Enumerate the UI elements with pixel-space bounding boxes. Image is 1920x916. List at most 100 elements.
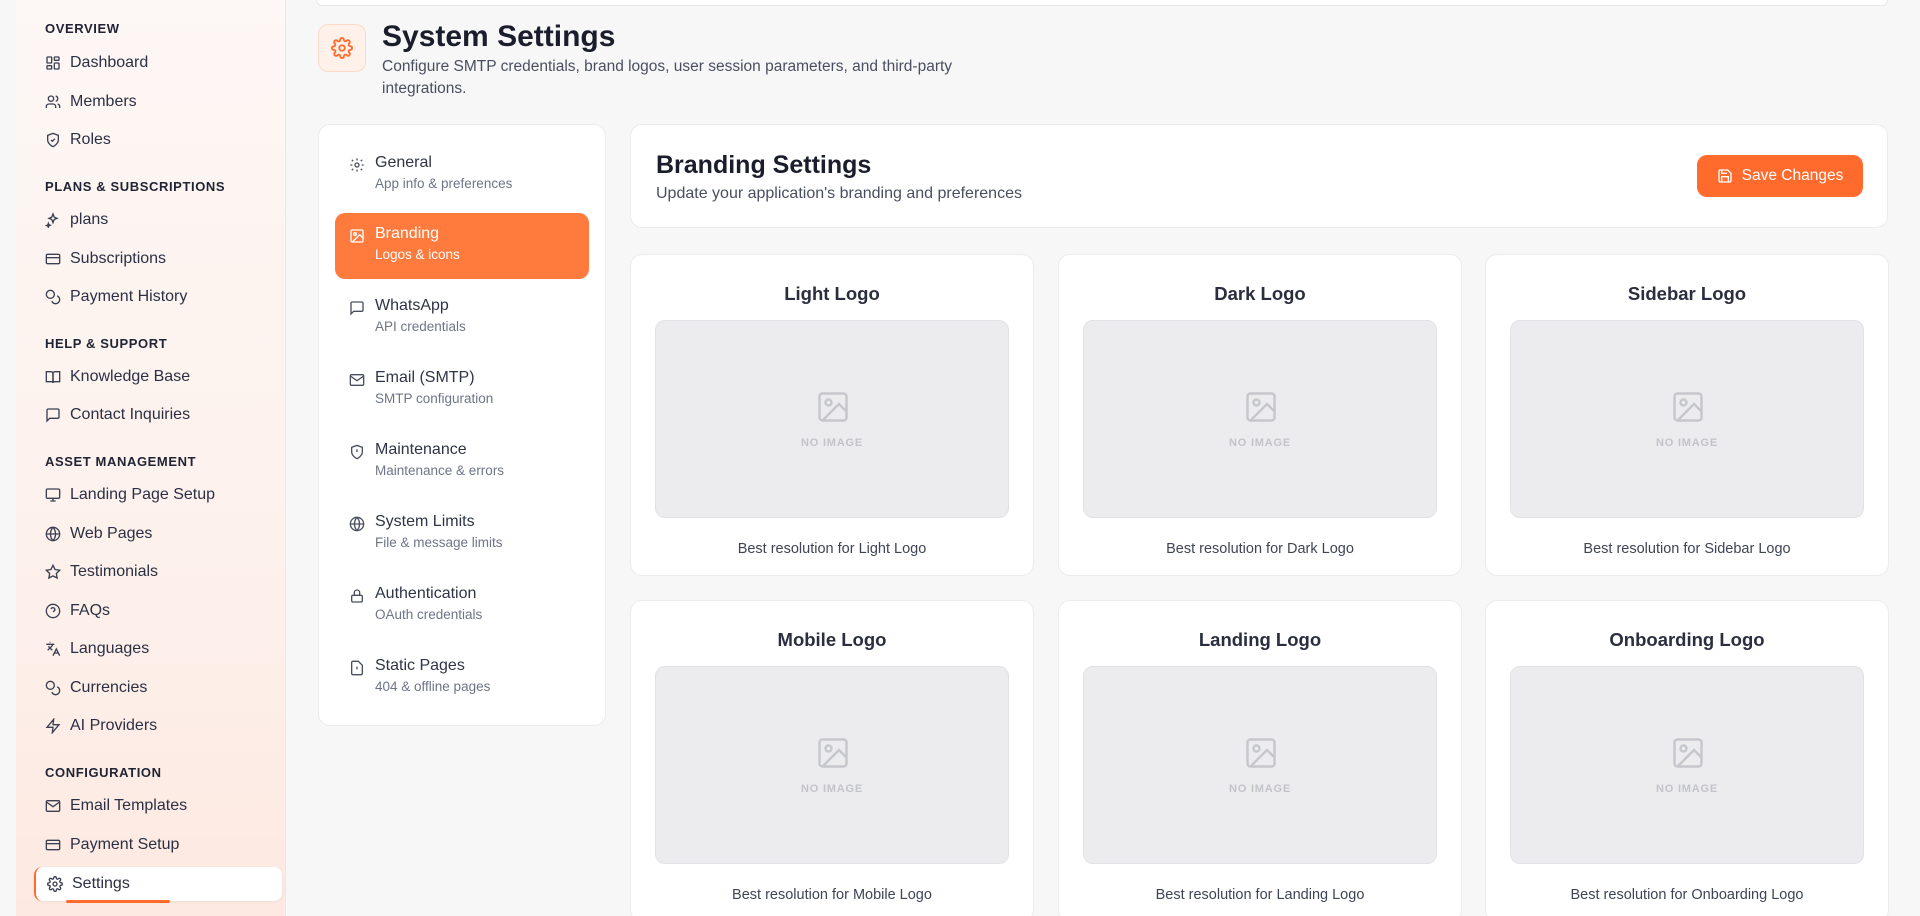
logo-card-dark: Dark Logo NO IMAGE Best resolution for D… — [1058, 254, 1462, 576]
menu-item-sub: 404 & offline pages — [375, 679, 491, 694]
logo-upload-area[interactable]: NO IMAGE — [1083, 320, 1437, 518]
globe-icon — [349, 516, 365, 532]
logo-card-title: Light Logo — [784, 283, 880, 304]
sidebar-item-testimonials[interactable]: Testimonials — [45, 556, 275, 588]
settings-menu-system-limits[interactable]: System Limits File & message limits — [335, 501, 589, 567]
credit-card-icon — [45, 251, 61, 267]
image-icon — [349, 228, 365, 244]
section-title-help: HELP & SUPPORT — [45, 336, 168, 351]
image-placeholder-icon — [1670, 735, 1706, 771]
sidebar: OVERVIEW Dashboard Members Roles PLANS &… — [16, 0, 286, 916]
sidebar-item-currencies[interactable]: Currencies — [45, 672, 275, 704]
logo-card-hint: Best resolution for Mobile Logo — [732, 887, 932, 903]
logo-card-title: Onboarding Logo — [1609, 629, 1765, 650]
sidebar-item-payment-setup[interactable]: Payment Setup — [45, 829, 275, 861]
settings-menu-authentication[interactable]: Authentication OAuth credentials — [335, 573, 589, 639]
logo-card-title: Landing Logo — [1198, 629, 1322, 650]
logo-card-onboarding: Onboarding Logo NO IMAGE Best resolution… — [1485, 600, 1889, 916]
menu-item-label: System Limits — [375, 513, 475, 530]
page-title: System Settings — [382, 20, 616, 53]
sidebar-item-label: Roles — [70, 131, 111, 148]
sidebar-item-label: Payment Setup — [70, 836, 180, 853]
menu-item-label: General — [375, 154, 432, 171]
file-icon — [349, 660, 365, 676]
settings-menu-static-pages[interactable]: Static Pages 404 & offline pages — [335, 645, 589, 711]
logo-card-title: Dark Logo — [1214, 283, 1306, 304]
sidebar-item-roles[interactable]: Roles — [45, 124, 275, 156]
image-placeholder-icon — [1243, 389, 1279, 425]
sidebar-item-email-templates[interactable]: Email Templates — [45, 790, 275, 822]
sidebar-item-plans[interactable]: plans — [45, 204, 275, 236]
logo-upload-area[interactable]: NO IMAGE — [1083, 666, 1437, 864]
menu-item-sub: API credentials — [375, 319, 466, 334]
menu-item-sub: SMTP configuration — [375, 391, 494, 406]
sidebar-item-subscriptions[interactable]: Subscriptions — [45, 243, 275, 275]
section-subtitle: Update your application's branding and p… — [656, 185, 1022, 202]
sidebar-item-members[interactable]: Members — [45, 86, 275, 118]
message-square-icon — [349, 300, 365, 316]
sidebar-item-label: Payment History — [70, 288, 188, 305]
credit-card-icon — [45, 837, 61, 853]
image-placeholder-icon — [815, 735, 851, 771]
no-image-label: NO IMAGE — [1655, 783, 1718, 795]
sidebar-item-settings[interactable]: Settings — [34, 867, 282, 903]
page-subtitle: Configure SMTP credentials, brand logos,… — [382, 58, 953, 97]
settings-menu-branding[interactable]: Branding Logos & icons — [335, 213, 589, 279]
sidebar-item-label: Testimonials — [70, 563, 159, 580]
sidebar-item-label: Knowledge Base — [70, 368, 191, 385]
shield-icon — [349, 444, 365, 460]
sidebar-item-contact-inquiries[interactable]: Contact Inquiries — [45, 399, 275, 431]
sidebar-item-dashboard[interactable]: Dashboard — [45, 47, 275, 79]
logo-card-title: Mobile Logo — [777, 629, 887, 650]
message-square-icon — [45, 407, 61, 423]
no-image-label: NO IMAGE — [1228, 783, 1291, 795]
sidebar-item-label: Currencies — [70, 679, 148, 696]
sparkles-icon — [45, 212, 61, 228]
sidebar-item-languages[interactable]: Languages — [45, 633, 275, 665]
settings-menu-whatsapp[interactable]: WhatsApp API credentials — [335, 285, 589, 351]
logo-card-hint: Best resolution for Sidebar Logo — [1583, 541, 1791, 557]
menu-item-sub: Maintenance & errors — [375, 463, 505, 478]
sidebar-item-payment-history[interactable]: Payment History — [45, 281, 275, 313]
sidebar-item-knowledge-base[interactable]: Knowledge Base — [45, 361, 275, 393]
sidebar-item-label: plans — [70, 211, 109, 228]
logo-card-light: Light Logo NO IMAGE Best resolution for … — [630, 254, 1034, 576]
logo-card-sidebar: Sidebar Logo NO IMAGE Best resolution fo… — [1485, 254, 1889, 576]
logo-card-hint: Best resolution for Onboarding Logo — [1570, 887, 1804, 903]
shield-check-icon — [45, 132, 61, 148]
settings-menu-email-smtp[interactable]: Email (SMTP) SMTP configuration — [335, 357, 589, 423]
logo-upload-area[interactable]: NO IMAGE — [1510, 320, 1864, 518]
settings-menu-general[interactable]: General App info & preferences — [335, 142, 589, 208]
menu-item-sub: OAuth credentials — [375, 607, 483, 622]
save-changes-button[interactable]: Save Changes — [1697, 155, 1863, 197]
no-image-label: NO IMAGE — [800, 437, 863, 449]
sidebar-item-label: AI Providers — [70, 717, 158, 734]
logo-upload-area[interactable]: NO IMAGE — [1510, 666, 1864, 864]
settings-menu-maintenance[interactable]: Maintenance Maintenance & errors — [335, 429, 589, 495]
section-title-assets: ASSET MANAGEMENT — [45, 454, 197, 469]
section-title-configuration: CONFIGURATION — [45, 765, 162, 780]
menu-item-sub: File & message limits — [375, 535, 503, 550]
logo-upload-area[interactable]: NO IMAGE — [655, 320, 1009, 518]
users-icon — [45, 94, 61, 110]
save-button-label: Save Changes — [1741, 167, 1844, 184]
settings-icon — [349, 157, 365, 173]
sidebar-item-label: Email Templates — [70, 797, 188, 814]
sidebar-item-ai-providers[interactable]: AI Providers — [45, 710, 275, 742]
sidebar-item-faqs[interactable]: FAQs — [45, 595, 275, 627]
logo-card-hint: Best resolution for Dark Logo — [1166, 541, 1354, 557]
sidebar-item-label: Contact Inquiries — [70, 406, 191, 423]
image-placeholder-icon — [1243, 735, 1279, 771]
logo-upload-area[interactable]: NO IMAGE — [655, 666, 1009, 864]
logo-card-title: Sidebar Logo — [1627, 283, 1747, 304]
image-placeholder-icon — [1670, 389, 1706, 425]
no-image-label: NO IMAGE — [1655, 437, 1718, 449]
sidebar-item-label: Web Pages — [70, 525, 153, 542]
branding-header-card: Branding Settings Update your applicatio… — [630, 124, 1888, 228]
sidebar-item-label: Dashboard — [70, 54, 149, 71]
sidebar-item-landing-page-setup[interactable]: Landing Page Setup — [45, 479, 275, 511]
monitor-icon — [45, 487, 61, 503]
section-title-plans: PLANS & SUBSCRIPTIONS — [45, 179, 226, 194]
active-indicator — [66, 900, 170, 903]
sidebar-item-web-pages[interactable]: Web Pages — [45, 518, 275, 550]
